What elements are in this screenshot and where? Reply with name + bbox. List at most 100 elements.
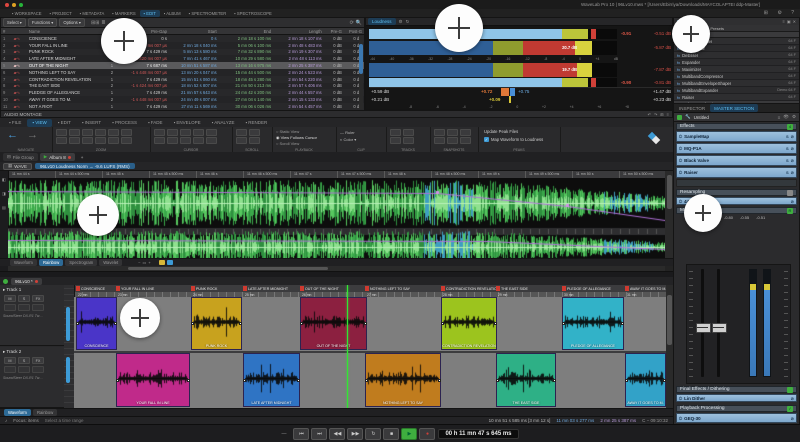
zoom-in-icon[interactable]: + [148, 260, 150, 265]
table-row[interactable]: 9▰∿PLEDGE OF ALLEGIANCE17 s 429 ms21 mn … [1, 89, 364, 96]
master-fader-handle[interactable] [696, 323, 711, 333]
cursor-tool-icon[interactable] [193, 137, 204, 144]
ribbon-tab-envelope[interactable]: ▪ ENVELOPE [169, 119, 206, 127]
layout-icon[interactable]: ⊞ [764, 10, 768, 16]
slot-solo-icon[interactable]: S [786, 170, 789, 175]
slot-power-icon[interactable]: ⏻ [679, 396, 682, 401]
power-icon[interactable] [677, 115, 682, 120]
panel-layout-icon[interactable]: ⊞ [660, 112, 663, 117]
clip-your-fall-in-line[interactable]: YOUR FALL IN LINE [116, 353, 190, 407]
playback-option[interactable]: ○ Scroll View [276, 141, 299, 146]
clip-away-it-goes-to-m-[interactable]: AWAY IT GOES TO M. [625, 353, 666, 407]
slot-remove-icon[interactable]: ⊘ [791, 146, 794, 151]
menu-tab-spectroscope[interactable]: ▪ SPECTROSCOPE [230, 10, 276, 17]
slot-remove-icon[interactable]: ⊘ [791, 158, 794, 163]
menu-tab-project[interactable]: ▪ PROJECT [46, 10, 76, 17]
zoom-tool-icon[interactable] [82, 137, 93, 144]
clip-handle-right[interactable] [553, 379, 556, 382]
slot-power-icon[interactable]: ⏻ [679, 134, 682, 139]
ribbon-tab-edit[interactable]: ▪ EDIT [53, 119, 76, 127]
plugin-item[interactable]: fxRaiser64 F [674, 94, 799, 101]
transport-forward-button[interactable]: ▶▶ [347, 428, 363, 440]
tab-album-8[interactable]: ▶ Album 8 [40, 153, 75, 161]
clip-handle-right[interactable] [114, 322, 117, 325]
montage-marker[interactable]: PUNK ROCK [191, 286, 217, 291]
slot-remove-icon[interactable]: ⊘ [791, 199, 794, 204]
display-tab-wavelet[interactable]: Wavelet [99, 259, 122, 266]
marker-strip[interactable]: CONSCIENCEYOUR FALL IN LINEPUNK ROCKLATE… [74, 285, 666, 292]
montage-marker[interactable]: PLEDGE OF ALLEGIANCE [562, 286, 611, 291]
zoom-tool-icon[interactable] [108, 129, 119, 136]
scroll-tool-icon[interactable] [249, 137, 260, 144]
album-col-Length[interactable]: Length [273, 29, 324, 34]
menu-tab-album[interactable]: ▪ ALBUM [160, 10, 185, 17]
table-row[interactable]: 5▰∿OUT OF THE NIGHT17 s 687 ms10 mn 51 s… [1, 62, 364, 69]
track-button-fx[interactable]: FX [32, 357, 44, 364]
preset-name[interactable]: Untitled [694, 115, 709, 120]
menu-tab-edit[interactable]: ▪ EDIT [140, 10, 160, 17]
cursor-tool-icon[interactable] [206, 137, 217, 144]
tracks-tool-icon[interactable] [390, 137, 401, 144]
slot-power-icon[interactable]: ⏻ [679, 199, 682, 204]
album-col-Pre-G[interactable]: Pre-G [324, 29, 344, 34]
snapshots-tool-icon[interactable] [460, 129, 471, 136]
wave-title-pill[interactable]: 96Lv10 Loudness Norm → -9.6 LUFS (RMS) [35, 163, 135, 169]
map-waveform-checkbox[interactable]: ✓Map Waveform to Loudness [484, 137, 543, 142]
track-button-m[interactable]: M [4, 295, 16, 302]
album-toolbar-select[interactable]: Select ▾ [3, 18, 26, 27]
album-scrollbar[interactable] [359, 36, 363, 109]
clip-punk-rock[interactable]: PUNK ROCK [191, 297, 242, 350]
menu-tab-spectrometer[interactable]: ▪ SPECTROMETER [185, 10, 231, 17]
clip-handle-left[interactable] [76, 322, 79, 325]
panel-dock-icon[interactable]: ▣ [787, 19, 791, 24]
zoom-tool-icon[interactable] [56, 129, 67, 136]
plugin-item[interactable]: fxMaximizer64 F [674, 66, 799, 73]
zoom-tool-icon[interactable] [121, 137, 132, 144]
ribbon-tab-analyze[interactable]: ▪ ANALYZE [207, 119, 240, 127]
slot-remove-icon[interactable]: ⊘ [791, 170, 794, 175]
slot-solo-icon[interactable]: S [786, 134, 789, 139]
cursor-tool-icon[interactable] [180, 129, 191, 136]
clip-handle-left[interactable] [441, 322, 444, 325]
montage-marker[interactable]: OUT OF THE NIGHT [300, 286, 339, 291]
transport-play-button[interactable]: ▶ [401, 428, 417, 440]
transport-stop-button[interactable]: ■ [383, 428, 399, 440]
minimize-window-icon[interactable] [12, 3, 16, 7]
clip-handle-left[interactable] [300, 322, 303, 325]
zoom-tool-icon[interactable] [82, 129, 93, 136]
transport-menu-icon[interactable]: — [281, 431, 286, 437]
cursor-tool-icon[interactable] [206, 129, 217, 136]
plugin-item[interactable]: fxMultibandEnvelopeShaper64 F [674, 80, 799, 87]
clip-handle-left[interactable] [365, 379, 368, 382]
plugin-item[interactable]: fxExpander64 F [674, 59, 799, 66]
dock-tool-icon[interactable]: ◨ [2, 191, 6, 196]
playback-slot[interactable]: ⏻GEQ-30⊘ [676, 413, 797, 423]
close-window-icon[interactable] [5, 3, 9, 7]
plugin-item[interactable]: fxDeEsser64 F [674, 52, 799, 59]
tab-loudness[interactable]: Loudness [368, 18, 396, 25]
clip-handle-right[interactable] [494, 322, 497, 325]
zoom-tool-icon[interactable] [56, 137, 67, 144]
info-icon[interactable] [167, 260, 173, 265]
snapshots-tool-icon[interactable] [434, 129, 445, 136]
preset-eye-icon[interactable]: 👁 [783, 114, 789, 120]
track-button-s[interactable]: S [18, 357, 30, 364]
track1-lane[interactable]: CONSCIENCEPUNK ROCKOUT OF THE NIGHTCONTR… [74, 297, 666, 353]
snapshots-tool-icon[interactable] [447, 137, 458, 144]
clip-handle-left[interactable] [562, 322, 565, 325]
redo-icon[interactable]: ↷ [654, 112, 657, 117]
display-tab-rainbow[interactable]: Rainbow [39, 259, 63, 266]
table-row[interactable]: 4▰∿LATE AFTER MIDNIGHT2-1 s 420 ms 007 µ… [1, 55, 364, 62]
navigate-forward-icon[interactable]: → [27, 130, 38, 141]
table-row[interactable]: 1▰∿CONSCIENCE10 s0 s2 mn 18 s 100 ms2 mn… [1, 35, 364, 42]
cursor-tool-icon[interactable] [154, 129, 165, 136]
transport-rewind-button[interactable]: ◀◀ [329, 428, 345, 440]
dock-tool-icon[interactable]: ▤ [2, 205, 6, 210]
ribbon-tab-fade[interactable]: ▪ FADE [143, 119, 168, 127]
menu-tab-workspace[interactable]: ▪ WORKSPACE [8, 10, 46, 17]
slot-power-icon[interactable]: ⏻ [679, 170, 682, 175]
playback-option[interactable]: ○ Static View [276, 129, 299, 134]
tracks-tool-icon[interactable] [403, 129, 414, 136]
dock-tool-icon[interactable]: ◧ [2, 177, 6, 182]
clip-conscience[interactable]: CONSCIENCE [76, 297, 117, 350]
